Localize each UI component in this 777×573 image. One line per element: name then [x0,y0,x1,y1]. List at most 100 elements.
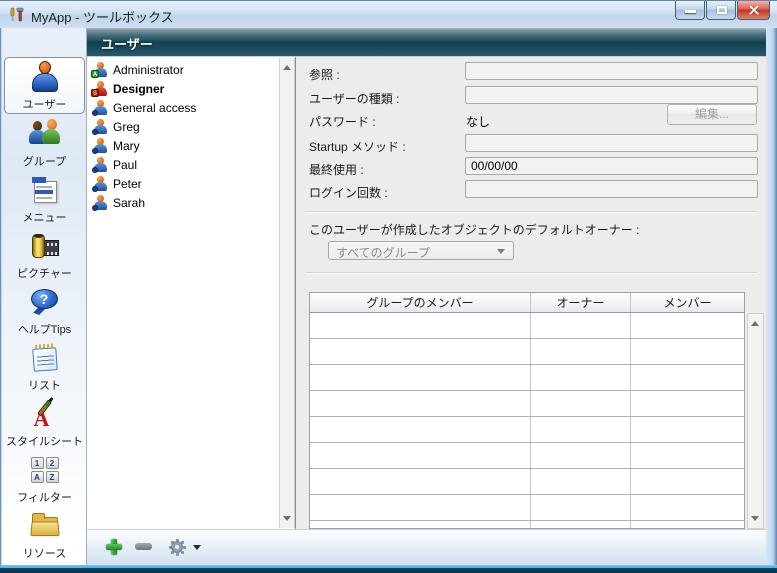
minimize-icon [685,10,696,13]
sidebar-item-pictures[interactable]: ピクチャー [5,228,84,282]
maximize-button[interactable] [706,1,736,20]
user-list-item[interactable]: S Designer [87,79,277,98]
window-title: MyApp - ツールボックス [31,7,174,26]
section-title: ユーザー [101,34,153,53]
user-list-item[interactable]: Mary [87,136,277,155]
user-name: Sarah [113,196,145,210]
default-owner-dropdown[interactable]: すべてのグループ [328,241,514,260]
menu-icon [28,173,62,207]
sidebar-item-helptips[interactable]: ? ヘルプTips [5,284,84,338]
list-icon [28,341,62,375]
login-count-label: ログイン回数 : [309,184,388,201]
user-name: Greg [113,120,140,134]
table-row[interactable] [310,339,744,365]
toolbox-app-icon [9,7,25,23]
user-list-item[interactable]: Greg [87,117,277,136]
reference-field[interactable] [465,62,758,80]
sidebar-item-resources[interactable]: リソース [5,508,84,562]
helptips-icon: ? [28,285,62,319]
default-owner-label: このユーザーが作成したオブジェクトのデフォルトオーナー : [309,221,639,238]
user-list-item[interactable]: General access [87,98,277,117]
sidebar-item-label: ユーザー [23,96,67,112]
user-name: General access [113,101,196,115]
sidebar-item-lists[interactable]: リスト [5,340,84,394]
table-row[interactable] [310,365,744,391]
user-name: Administrator [113,63,184,77]
add-user-button[interactable] [106,539,122,555]
user-icon [93,138,108,153]
table-row[interactable] [310,391,744,417]
password-value: なし [466,113,490,130]
titlebar[interactable]: MyApp - ツールボックス [0,0,777,28]
close-icon [748,9,760,11]
user-designer-icon: S [93,81,108,96]
default-owner-value: すべてのグループ [336,246,430,260]
user-name: Mary [113,139,140,153]
user-admin-icon: A [93,62,108,77]
user-icon [93,176,108,191]
user-type-label: ユーザーの種類 : [309,90,399,107]
sidebar-item-label: グループ [23,153,66,169]
sidebar-item-stylesheets[interactable]: A スタイルシート [5,396,84,450]
scroll-up-icon[interactable] [748,316,762,331]
column-header-owner[interactable]: オーナー [531,293,631,312]
sidebar-item-label: フィルター [17,489,72,505]
separator [305,211,757,213]
sidebar-item-label: リスト [28,377,61,393]
user-list-item[interactable]: A Administrator [87,60,277,79]
table-row[interactable] [310,443,744,469]
sidebar-item-groups[interactable]: グループ [5,116,84,170]
detail-panel: 参照 : ユーザーの種類 : パスワード : なし 編集... Startup … [296,57,766,529]
sidebar-item-label: リソース [23,545,66,561]
stylesheet-icon: A [28,397,62,431]
scroll-up-icon[interactable] [280,60,294,75]
edit-password-button[interactable]: 編集... [667,104,757,125]
table-row[interactable] [310,521,744,529]
user-icon [93,119,108,134]
user-icon [93,157,108,172]
sidebar-item-filters[interactable]: 1 2 A Z フィルター [5,452,84,506]
maximize-icon [717,6,727,14]
separator [305,272,757,274]
section-header: ユーザー [87,28,766,57]
bottom-toolbar [87,529,766,565]
table-row[interactable] [310,495,744,521]
scroll-down-icon[interactable] [280,511,294,526]
scroll-down-icon[interactable] [748,511,762,526]
gear-caret-down-icon[interactable] [193,545,201,550]
remove-user-button[interactable] [135,543,152,550]
folder-icon [28,509,62,543]
table-scrollbar[interactable] [747,313,764,529]
user-list-panel: A Administrator S Designer General acces… [87,57,296,529]
user-type-field[interactable] [465,86,758,104]
user-name: Paul [113,158,137,172]
close-button[interactable] [737,1,770,20]
chevron-down-icon [497,249,505,254]
reference-label: 参照 : [309,66,340,83]
table-row[interactable] [310,313,744,339]
minimize-button[interactable] [675,1,705,20]
user-list-item[interactable]: Paul [87,155,277,174]
gear-button[interactable] [169,539,185,555]
startup-method-field[interactable] [465,134,758,152]
user-icon [93,100,108,115]
sidebar-item-label: スタイルシート [6,433,83,449]
last-used-field[interactable]: 00/00/00 [465,157,758,175]
login-count-field[interactable] [465,180,758,198]
user-list-scrollbar[interactable] [279,58,295,528]
column-header-member[interactable]: メンバー [631,293,744,312]
user-list-item[interactable]: Sarah [87,193,277,212]
table-header-row: グループのメンバー オーナー メンバー [310,293,744,313]
column-header-group-members[interactable]: グループのメンバー [310,293,531,312]
user-name: Designer [113,82,164,96]
picture-icon [28,229,62,263]
table-row[interactable] [310,417,744,443]
sidebar-item-users[interactable]: ユーザー [4,57,85,114]
filter-icon: 1 2 A Z [28,453,62,487]
user-list-item[interactable]: Peter [87,174,277,193]
sidebar-item-label: メニュー [23,209,67,225]
sidebar-item-label: ヘルプTips [18,321,71,337]
table-row[interactable] [310,469,744,495]
app-window: MyApp - ツールボックス ユーザー グループ メニュー ピクチャー ? ヘ… [0,0,777,573]
sidebar-item-menus[interactable]: メニュー [5,172,84,226]
